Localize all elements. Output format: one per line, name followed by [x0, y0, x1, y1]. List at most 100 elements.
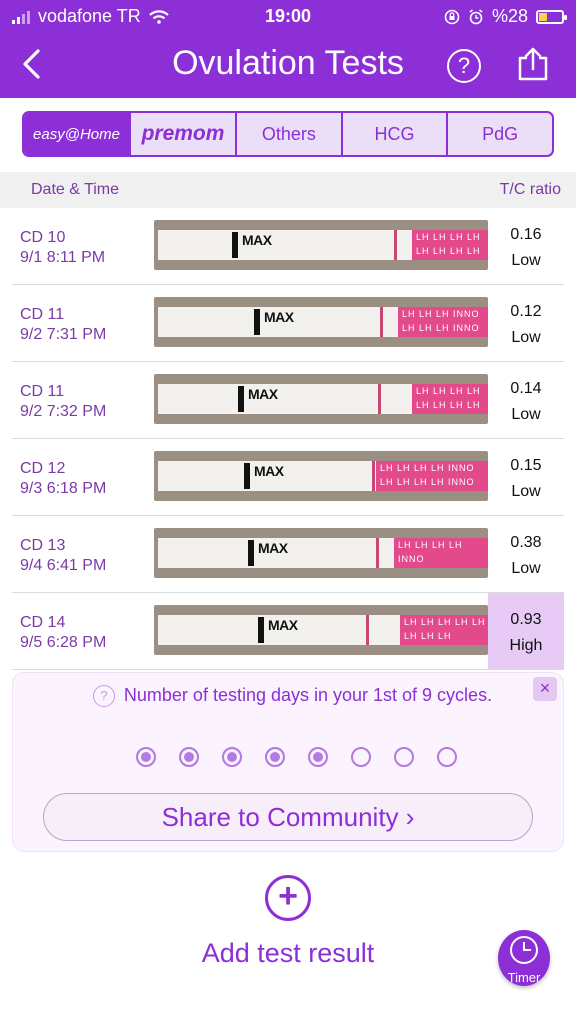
tc-ratio-cell: 0.38 Low — [488, 516, 564, 592]
column-tc-ratio: T/C ratio — [499, 181, 561, 198]
strip-max-label: MAX — [258, 540, 288, 556]
add-test-result-button[interactable]: Add test result — [0, 938, 576, 969]
alarm-icon — [469, 8, 483, 24]
ratio-value: 0.93 — [510, 611, 542, 628]
strip-line — [366, 615, 369, 645]
strip-mark — [232, 232, 238, 258]
tc-ratio-cell: 0.16 Low — [488, 208, 564, 284]
ratio-level: Low — [511, 406, 541, 423]
table-row[interactable]: CD 11 9/2 7:31 PM MAX LH LH LH INNO LH LH … — [12, 285, 564, 362]
strip-line — [394, 230, 397, 260]
strip-max-label: MAX — [254, 463, 284, 479]
ratio-value: 0.15 — [510, 457, 542, 474]
testing-days-message: Number of testing days in your 1st of 9 … — [73, 683, 513, 707]
strip-mark — [238, 386, 244, 412]
progress-dot — [136, 747, 156, 767]
ratio-level: Low — [511, 483, 541, 500]
progress-dot — [179, 747, 199, 767]
tab-easy-home[interactable]: easy@Home — [24, 113, 131, 155]
brand-tabs: easy@Home premom Others HCG PdG — [22, 111, 554, 157]
tc-ratio-cell: 0.12 Low — [488, 285, 564, 361]
test-datetime: 9/5 6:28 PM — [20, 634, 107, 651]
strip-max-label: MAX — [242, 232, 272, 248]
ratio-level: Low — [511, 560, 541, 577]
battery-icon — [536, 9, 567, 24]
cycle-progress-dots — [136, 747, 457, 767]
test-strip-photo[interactable]: MAX LH LH LH INNO LH LH LH INNO — [154, 297, 488, 347]
tab-hcg[interactable]: HCG — [343, 113, 449, 155]
strip-max-label: MAX — [268, 617, 298, 633]
cycle-day: CD 11 — [20, 306, 65, 323]
tab-others[interactable]: Others — [237, 113, 343, 155]
table-row[interactable]: CD 13 9/4 6:41 PM MAX LH LH LH LH INNO 0.3… — [12, 516, 564, 593]
cycle-day: CD 12 — [20, 460, 66, 477]
row-date: CD 10 9/1 8:11 PM — [20, 228, 105, 268]
cycle-day: CD 10 — [20, 229, 66, 246]
strip-mark — [244, 463, 250, 489]
strip-brand-text: LH LH LH LH INNO — [394, 538, 488, 568]
table-row[interactable]: CD 14 9/5 6:28 PM MAX LH LH LH LH LH LH LH… — [12, 593, 564, 670]
share-button[interactable] — [516, 46, 550, 82]
strip-mark — [248, 540, 254, 566]
help-button[interactable]: ? — [447, 49, 481, 83]
progress-dot — [437, 747, 457, 767]
table-row[interactable]: CD 12 9/3 6:18 PM MAX LH LH LH LH INNO LH … — [12, 439, 564, 516]
status-right: %28 — [444, 6, 567, 27]
row-date: CD 12 9/3 6:18 PM — [20, 459, 106, 499]
share-icon — [518, 47, 548, 81]
strip-line — [372, 461, 375, 491]
tab-premom[interactable]: premom — [131, 113, 237, 155]
ratio-value: 0.14 — [510, 380, 542, 397]
test-datetime: 9/4 6:41 PM — [20, 557, 107, 574]
test-strip-photo[interactable]: MAX LH LH LH LH LH LH LH LH — [154, 220, 488, 270]
column-date-time: Date & Time — [31, 181, 120, 198]
strip-mark — [254, 309, 260, 335]
strip-brand-text: LH LH LH LH INNO LH LH LH LH INNO — [376, 461, 488, 491]
tc-ratio-cell: 0.93 High — [488, 593, 564, 669]
timer-label: Timer — [507, 970, 541, 985]
test-strip-photo[interactable]: MAX LH LH LH LH INNO LH LH LH LH INNO — [154, 451, 488, 501]
test-strip-photo[interactable]: MAX LH LH LH LH LH LH LH LH — [154, 374, 488, 424]
strip-max-label: MAX — [264, 309, 294, 325]
test-strip-photo[interactable]: MAX LH LH LH LH LH LH LH LH — [154, 605, 488, 655]
strip-line — [380, 307, 383, 337]
progress-dot — [351, 747, 371, 767]
strip-line — [378, 384, 381, 414]
top-bar: vodafone TR 19:00 %28 Ovulation Tests ? — [0, 0, 576, 98]
cycle-day: CD 14 — [20, 614, 66, 631]
strip-brand-text: LH LH LH LH LH LH LH LH — [400, 615, 488, 645]
cycle-day: CD 13 — [20, 537, 66, 554]
row-date: CD 11 9/2 7:31 PM — [20, 305, 106, 345]
strip-mark — [258, 617, 264, 643]
ratio-value: 0.12 — [510, 303, 542, 320]
table-row[interactable]: CD 11 9/2 7:32 PM MAX LH LH LH LH LH LH LH… — [12, 362, 564, 439]
tab-pdg[interactable]: PdG — [448, 113, 552, 155]
timer-button[interactable]: Timer — [498, 930, 550, 986]
status-bar: vodafone TR 19:00 %28 — [0, 0, 576, 32]
progress-dot — [308, 747, 328, 767]
page-title: Ovulation Tests — [172, 44, 404, 82]
strip-brand-text: LH LH LH LH LH LH LH LH — [412, 230, 488, 260]
test-datetime: 9/3 6:18 PM — [20, 480, 107, 497]
close-card-button[interactable]: × — [533, 677, 557, 701]
strip-line — [376, 538, 379, 568]
test-strip-photo[interactable]: MAX LH LH LH LH INNO — [154, 528, 488, 578]
ratio-level: Low — [511, 329, 541, 346]
add-test-icon[interactable]: + — [265, 875, 311, 921]
test-datetime: 9/2 7:31 PM — [20, 326, 107, 343]
progress-dot — [222, 747, 242, 767]
test-results-list: CD 10 9/1 8:11 PM MAX LH LH LH LH LH LH LH… — [0, 208, 576, 670]
table-row[interactable]: CD 10 9/1 8:11 PM MAX LH LH LH LH LH LH LH… — [12, 208, 564, 285]
table-header: Date & Time T/C ratio — [0, 172, 576, 208]
message-text: Number of testing days in your 1st of 9 … — [123, 685, 493, 705]
test-datetime: 9/2 7:32 PM — [20, 403, 107, 420]
tc-ratio-cell: 0.14 Low — [488, 362, 564, 438]
cycle-day: CD 11 — [20, 383, 65, 400]
rotation-lock-icon — [444, 9, 460, 24]
test-datetime: 9/1 8:11 PM — [20, 249, 106, 266]
testing-days-card: × ? Number of testing days in your 1st o… — [12, 672, 564, 852]
share-to-community-button[interactable]: Share to Community › — [43, 793, 533, 841]
tc-ratio-cell: 0.15 Low — [488, 439, 564, 515]
ratio-level: High — [509, 637, 543, 654]
battery-percent: %28 — [491, 6, 528, 26]
